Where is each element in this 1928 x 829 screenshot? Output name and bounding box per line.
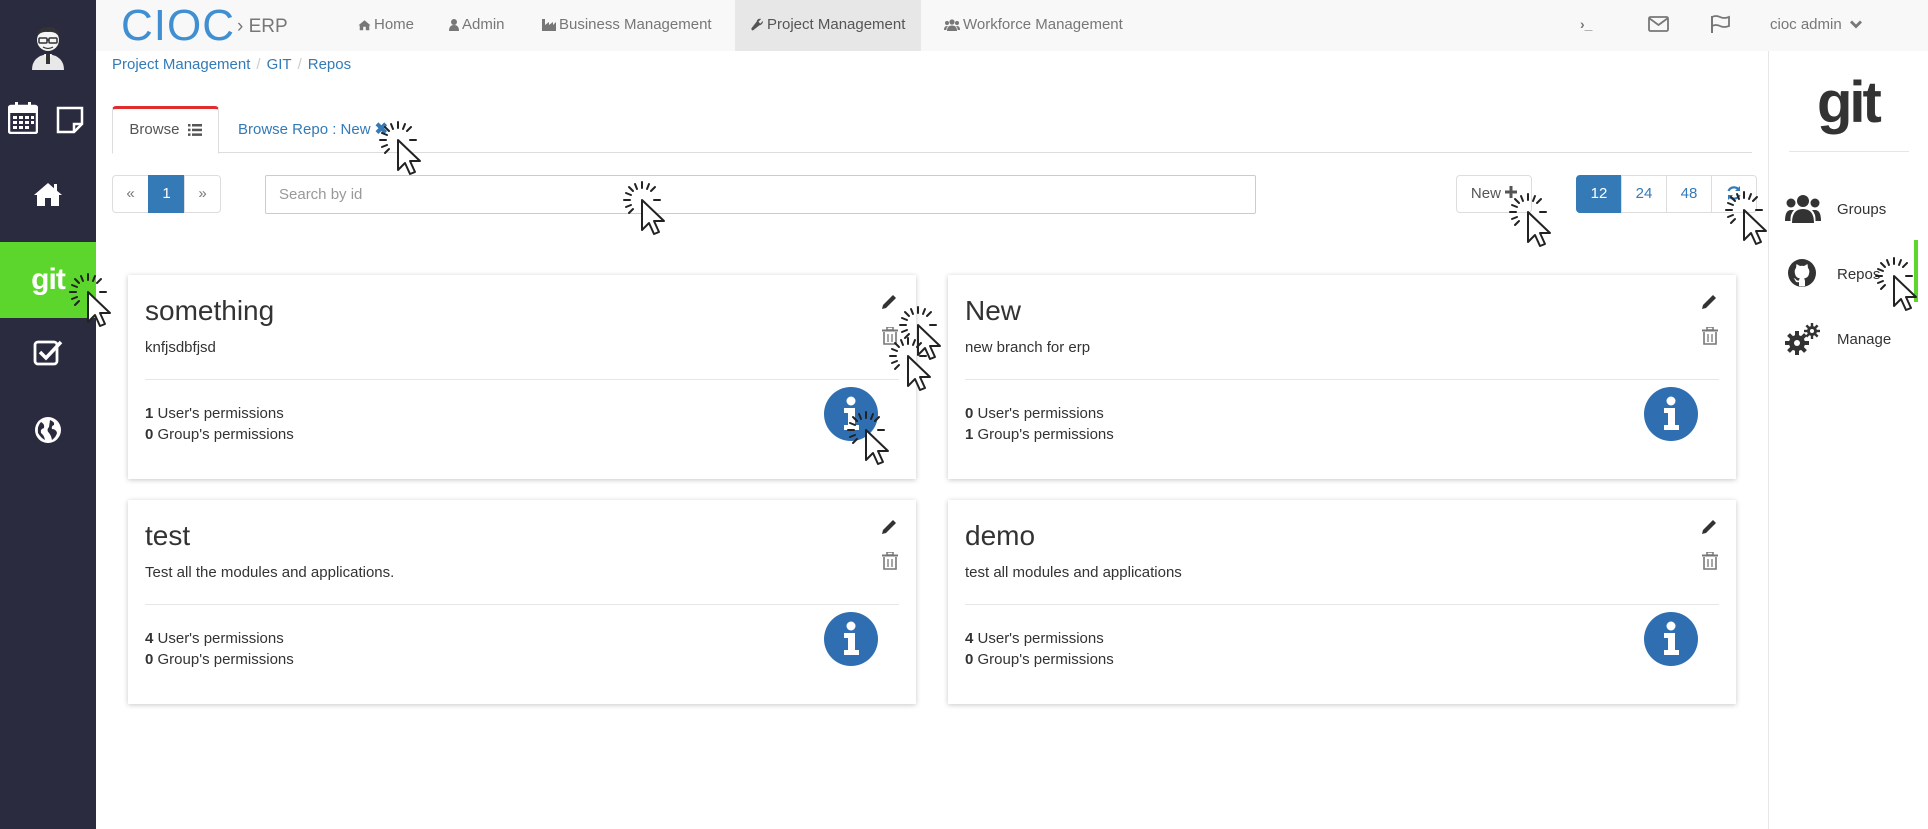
right-panel-item-repos[interactable]: Repos [1785,256,1925,296]
repo-card: demo test all modules and applications 4… [948,500,1736,704]
repo-card: something knfjsdbfjsd 1 User's permissio… [128,275,916,479]
pager-prev[interactable]: « [112,175,149,213]
git-logo: git [1817,70,1882,135]
pencil-icon[interactable] [882,520,900,538]
pager-next[interactable]: » [184,175,221,213]
info-icon[interactable] [1644,612,1698,666]
group-permissions: 0 Group's permissions [145,651,294,668]
repo-title[interactable]: New [965,295,1021,327]
tabs-divider [112,152,1752,153]
checkbox-icon [33,338,63,371]
trash-icon[interactable] [1702,326,1718,347]
wrench-icon [751,18,764,31]
info-icon[interactable] [824,612,878,666]
nav-workforce-management[interactable]: Workforce Management [928,0,1139,51]
tab-browse[interactable]: Browse [112,106,219,154]
industry-icon [542,19,556,31]
page-size-group: 12 24 48 [1576,175,1757,213]
right-panel: git Groups Repos Manage [1768,51,1928,829]
repo-title[interactable]: something [145,295,274,327]
repo-card: New new branch for erp 0 User's permissi… [948,275,1736,479]
home-icon [33,181,63,212]
repo-description: knfjsdbfjsd [145,339,216,356]
info-icon[interactable] [1644,387,1698,441]
globe-icon [34,416,62,449]
list-icon [187,124,202,136]
pager-page-1[interactable]: 1 [148,175,185,213]
page-size-48[interactable]: 48 [1666,175,1712,213]
user-permissions: 0 User's permissions [965,405,1104,422]
user-permissions: 4 User's permissions [145,630,284,647]
nav-home[interactable]: Home [342,0,430,51]
chevron-down-icon [1849,20,1862,29]
page-size-24[interactable]: 24 [1621,175,1667,213]
git-icon: git [31,263,66,296]
github-icon [1788,259,1816,287]
repo-description: new branch for erp [965,339,1091,356]
trash-icon[interactable] [1702,551,1718,572]
group-permissions: 0 Group's permissions [145,426,294,443]
refresh-button[interactable] [1711,175,1757,213]
repo-description: test all modules and applications [965,564,1182,581]
page-size-12[interactable]: 12 [1576,175,1622,213]
pencil-icon[interactable] [1702,520,1720,538]
info-icon[interactable] [824,387,878,441]
repo-title[interactable]: demo [965,520,1035,552]
repo-description: Test all the modules and applications. [145,564,395,581]
breadcrumb: Project Management / GIT / Repos [112,56,352,73]
repo-title[interactable]: test [145,520,190,552]
group-permissions: 1 Group's permissions [965,426,1114,443]
divider [1789,151,1909,152]
divider [965,379,1719,380]
terminal-icon[interactable]: ›_ [1580,0,1592,51]
left-sidebar: git [0,0,96,829]
sidebar-item-git[interactable]: git [0,242,96,318]
new-repo-button[interactable]: New [1456,175,1532,213]
pencil-icon[interactable] [882,295,900,313]
users-icon [1785,195,1821,223]
sidebar-item-globe[interactable] [0,396,96,468]
trash-icon[interactable] [882,326,898,347]
group-permissions: 0 Group's permissions [965,651,1114,668]
user-icon [449,19,459,31]
repo-card: test Test all the modules and applicatio… [128,500,916,704]
trash-icon[interactable] [882,551,898,572]
divider [145,379,899,380]
breadcrumb-git[interactable]: GIT [267,56,292,73]
search-input[interactable] [265,175,1256,214]
sidebar-quick-row [0,100,96,140]
calendar-icon[interactable] [7,102,39,139]
user-permissions: 4 User's permissions [965,630,1104,647]
envelope-icon[interactable] [1648,16,1669,32]
flag-icon[interactable] [1710,15,1730,33]
brand-logo[interactable]: CIOC [121,3,235,49]
nav-project-management[interactable]: Project Management [735,0,922,51]
pagination: « 1 » [112,175,221,213]
right-panel-item-manage[interactable]: Manage [1785,321,1925,361]
sticky-note-icon[interactable] [56,106,84,139]
breadcrumb-repos[interactable]: Repos [308,56,351,73]
close-icon[interactable]: ✖ [375,121,388,138]
avatar[interactable] [28,22,68,70]
nav-admin[interactable]: Admin [433,0,521,51]
tab-browse-repo-new[interactable]: Browse Repo : New ✖ [238,119,388,139]
gears-icon [1785,323,1820,355]
home-icon [358,20,371,31]
divider [965,604,1719,605]
divider [145,604,899,605]
active-indicator [1914,240,1918,302]
nav-business-management[interactable]: Business Management [526,0,728,51]
breadcrumb-project-management[interactable]: Project Management [112,56,250,73]
refresh-icon [1727,186,1741,200]
sidebar-item-tasks[interactable] [0,318,96,390]
plus-icon [1505,186,1518,198]
pencil-icon[interactable] [1702,295,1720,313]
right-panel-item-groups[interactable]: Groups [1785,191,1925,231]
sidebar-item-home[interactable] [0,160,96,232]
user-permissions: 1 User's permissions [145,405,284,422]
top-navbar: CIOC › ERP Home Admin Business Managemen… [96,0,1928,51]
brand-subtitle: › ERP [237,16,288,37]
users-icon [944,19,960,31]
user-menu[interactable]: cioc admin [1770,0,1862,51]
